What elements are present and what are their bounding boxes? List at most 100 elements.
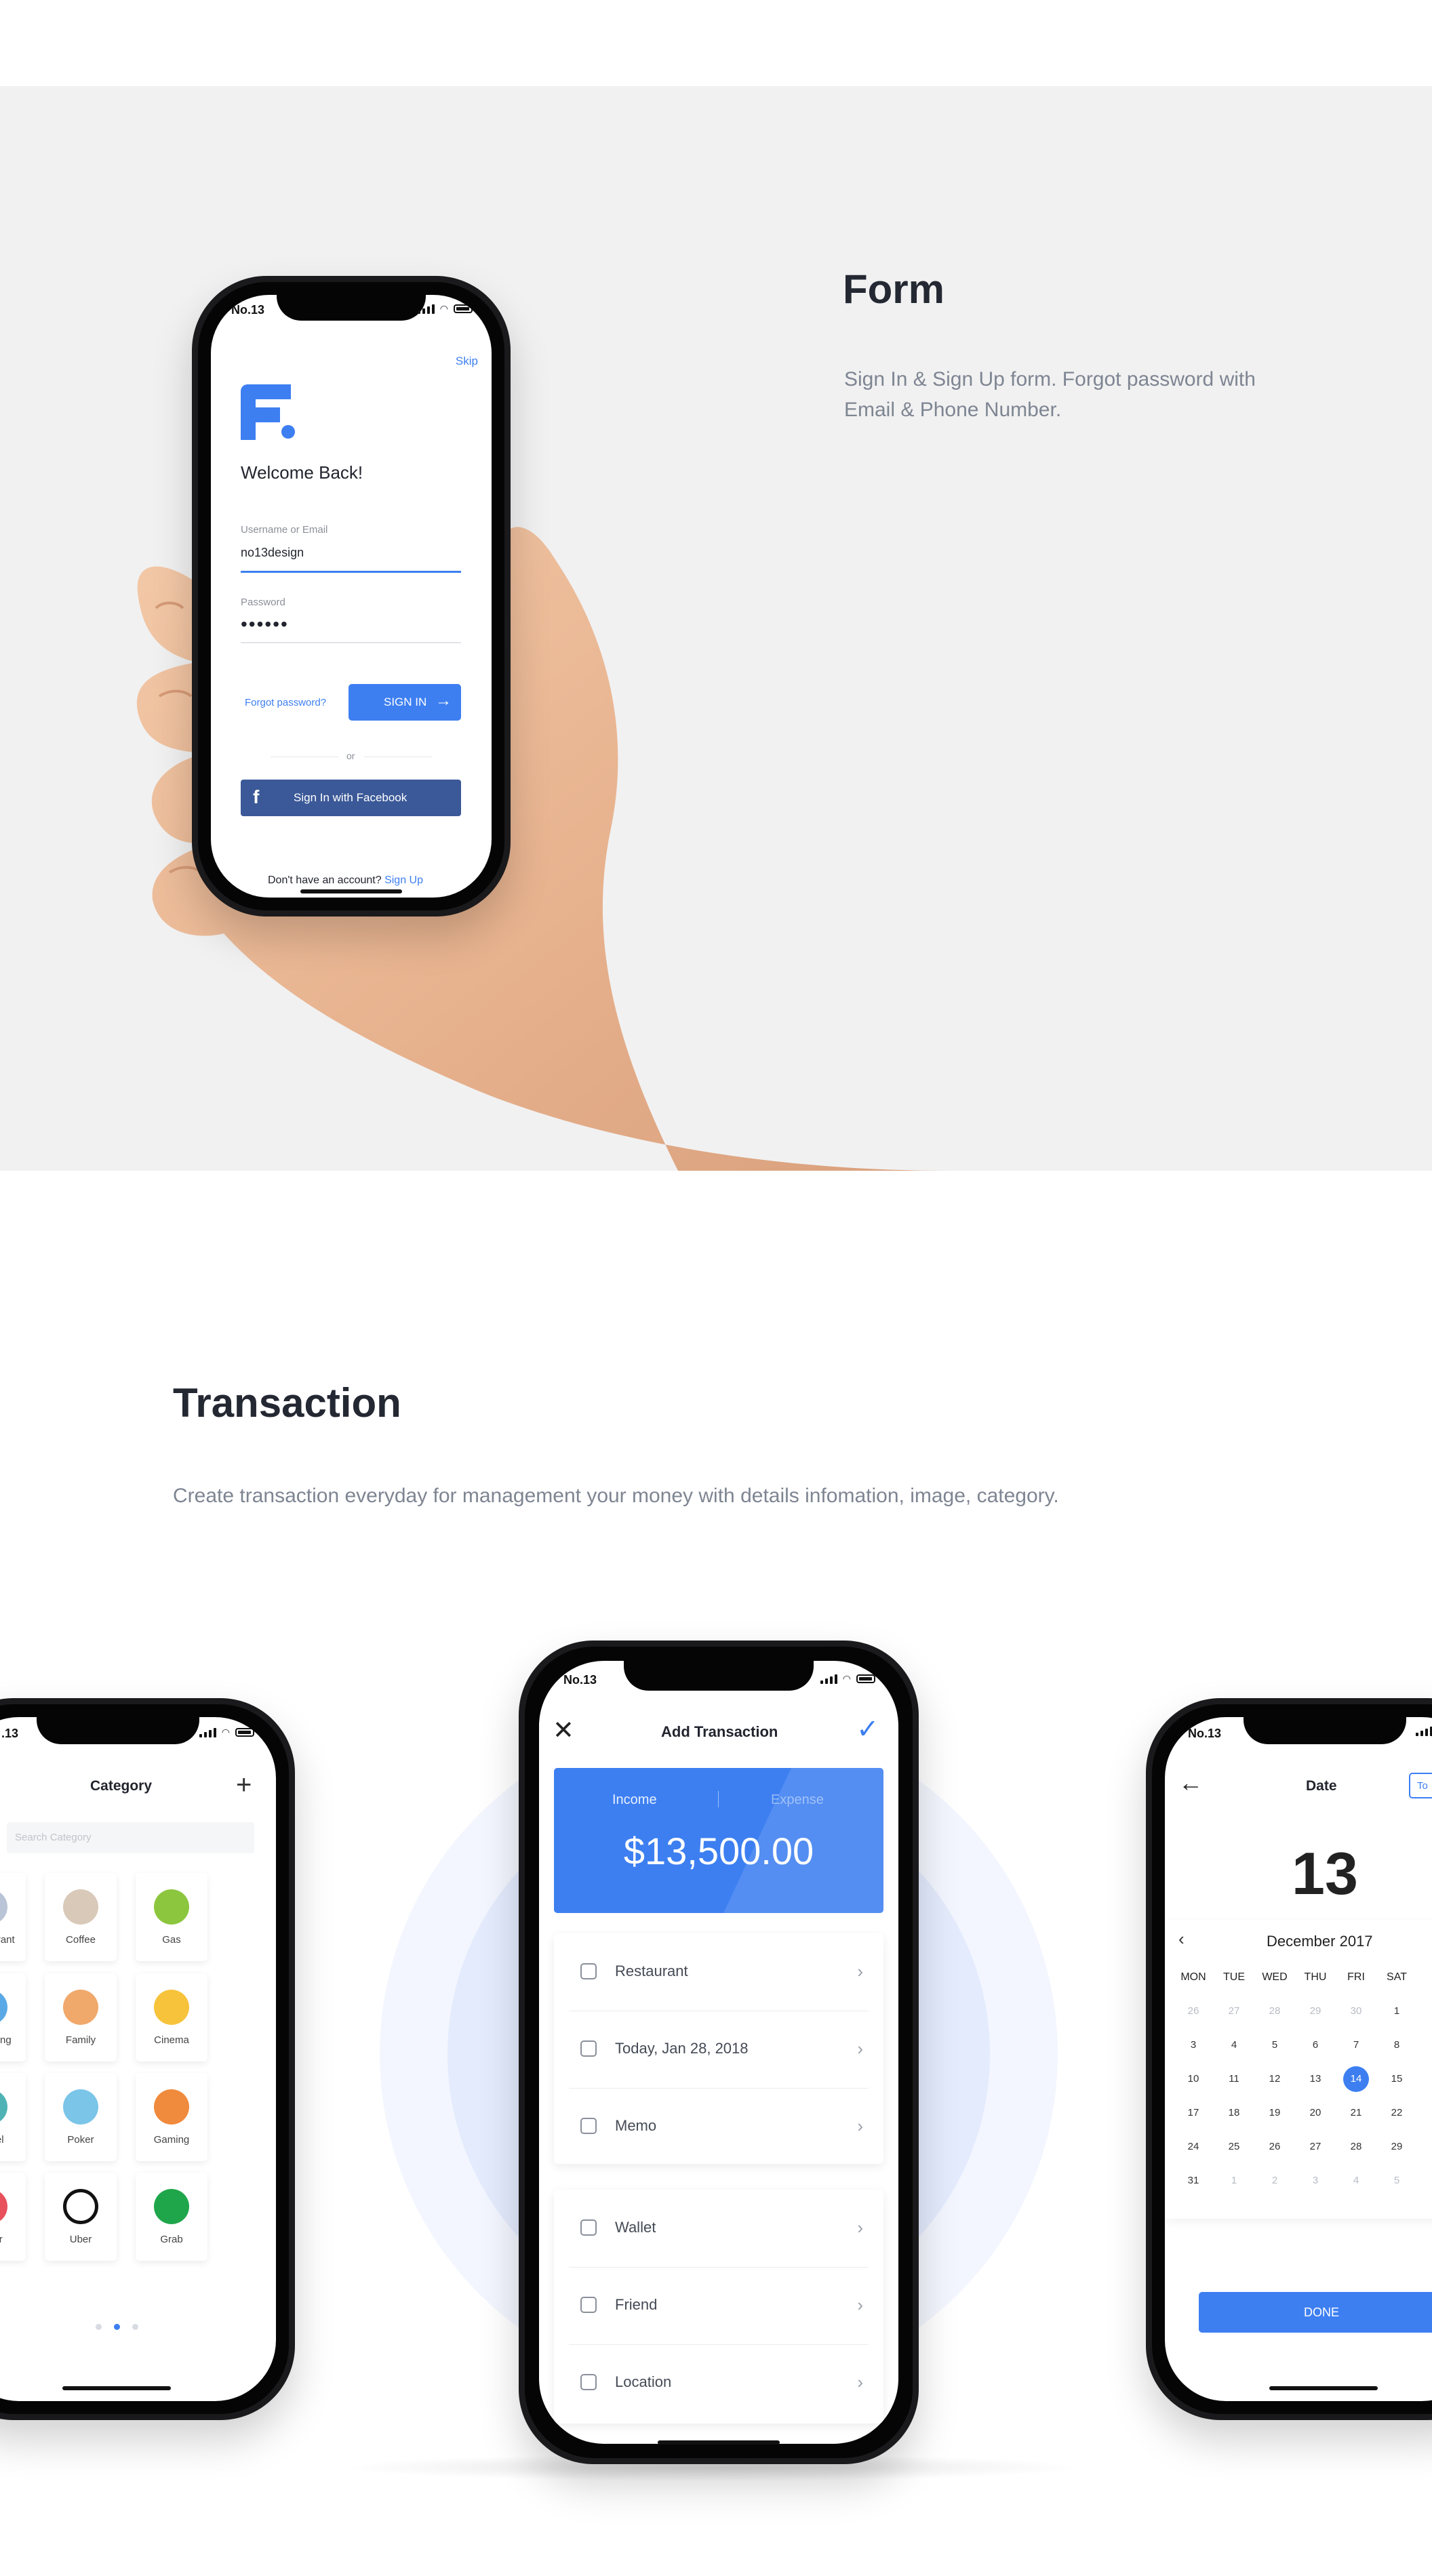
category-tile[interactable]: Gas: [136, 1873, 207, 1961]
calendar-day[interactable]: 12: [1258, 2073, 1292, 2085]
skip-link[interactable]: Skip: [456, 355, 478, 368]
category-label: Restaurant: [0, 1934, 15, 1946]
transaction-row-label: Memo: [615, 2117, 657, 2134]
category-tile[interactable]: Restaurant: [0, 1873, 26, 1961]
username-underline: [241, 571, 461, 573]
signal-icon: [417, 304, 435, 314]
calendar-day[interactable]: 19: [1258, 2107, 1292, 2118]
transaction-row[interactable]: Friend ›: [554, 2267, 883, 2343]
calendar-day[interactable]: 3: [1176, 2039, 1210, 2051]
app-logo-icon: [241, 384, 295, 440]
transaction-row[interactable]: Location ›: [554, 2344, 883, 2420]
transaction-row[interactable]: Wallet ›: [554, 2190, 883, 2266]
category-label: Gas: [162, 1934, 181, 1946]
calendar-day[interactable]: 29: [1298, 2005, 1332, 2017]
amount-value[interactable]: $13,500.00: [554, 1829, 883, 1873]
signal-icon: [820, 1674, 837, 1684]
or-divider-label: or: [346, 750, 355, 761]
calendar-day[interactable]: 25: [1217, 2141, 1251, 2152]
page-dot-active[interactable]: [114, 2324, 120, 2330]
calendar-day[interactable]: 31: [1176, 2175, 1210, 2186]
transaction-row[interactable]: Today, Jan 28, 2018 ›: [554, 2011, 883, 2087]
category-grid: Restaurant Coffee Gas Shopping Family Cinema T…: [0, 1717, 276, 2401]
calendar-day[interactable]: 27: [1298, 2141, 1332, 2152]
facebook-signin-button[interactable]: f Sign In with Facebook: [241, 780, 461, 816]
status-carrier: No.13: [563, 1673, 597, 1687]
calendar-day[interactable]: 20: [1298, 2107, 1332, 2118]
password-field[interactable]: ••••••: [241, 613, 289, 635]
calendar-day[interactable]: 4: [1217, 2039, 1251, 2051]
calendar-day[interactable]: 11: [1217, 2073, 1251, 2085]
today-button[interactable]: To: [1409, 1773, 1432, 1798]
income-tab[interactable]: Income: [612, 1792, 657, 1808]
calendar-day[interactable]: 7: [1339, 2039, 1373, 2051]
calendar-day[interactable]: 22: [1380, 2107, 1414, 2118]
calendar-day[interactable]: 15: [1380, 2073, 1414, 2085]
calendar-day[interactable]: 8: [1380, 2039, 1414, 2051]
arrow-right-icon: →: [435, 691, 452, 710]
grab-icon: [154, 2189, 189, 2224]
confirm-check-icon[interactable]: ✓: [856, 1714, 879, 1745]
category-tile[interactable]: Lover: [0, 2173, 26, 2261]
calendar-day[interactable]: 6: [1298, 2039, 1332, 2051]
category-tile[interactable]: Grab: [136, 2173, 207, 2261]
calendar-day[interactable]: 5: [1258, 2039, 1292, 2051]
calendar-day[interactable]: 28: [1258, 2005, 1292, 2017]
transaction-section-description: Create transaction everyday for manageme…: [173, 1485, 1059, 1507]
sign-up-link[interactable]: Sign Up: [384, 874, 423, 886]
calendar-grid: MONTUEWEDTHUFRISATS262728293013456781011…: [1165, 1920, 1432, 2219]
calendar-day[interactable]: 13: [1298, 2073, 1332, 2085]
extras-card: Wallet › Friend › Location ›: [554, 2190, 883, 2423]
category-tile[interactable]: Cinema: [136, 1973, 207, 2061]
shopping-icon: [0, 1990, 7, 2025]
category-screen: .13 ◠ Category + Search Category Restaur…: [0, 1717, 276, 2401]
category-tile[interactable]: Uber: [45, 2173, 117, 2261]
sign-in-button[interactable]: SIGN IN →: [349, 684, 461, 721]
calendar-day[interactable]: 27: [1217, 2005, 1251, 2017]
calendar-icon: [577, 2037, 600, 2060]
category-tile[interactable]: Shopping: [0, 1973, 26, 2061]
page-dot[interactable]: [96, 2324, 102, 2330]
username-field[interactable]: no13design: [241, 546, 304, 560]
back-arrow-icon[interactable]: ←: [1178, 1769, 1203, 1797]
travel-icon: [0, 2089, 7, 2125]
heart-icon: [0, 2189, 7, 2224]
calendar-day[interactable]: 5: [1380, 2175, 1414, 2186]
calendar-day[interactable]: 26: [1258, 2141, 1292, 2152]
calendar-day[interactable]: 28: [1339, 2141, 1373, 2152]
status-icons: ◠: [820, 1673, 875, 1685]
calendar-day[interactable]: 24: [1176, 2141, 1210, 2152]
transaction-row[interactable]: Restaurant ›: [554, 1933, 883, 2009]
category-tile[interactable]: Poker: [45, 2073, 117, 2161]
page-dot[interactable]: [132, 2324, 138, 2330]
status-icons: ◠: [417, 303, 473, 315]
category-tile[interactable]: Gaming: [136, 2073, 207, 2161]
calendar-day[interactable]: 3: [1298, 2175, 1332, 2186]
calendar-day[interactable]: 21: [1339, 2107, 1373, 2118]
calendar-day[interactable]: 1: [1380, 2005, 1414, 2017]
weekday-header: TUE: [1223, 1971, 1245, 1983]
transaction-row[interactable]: Memo ›: [554, 2088, 883, 2164]
done-button[interactable]: DONE: [1199, 2292, 1432, 2333]
forgot-password-link[interactable]: Forgot password?: [245, 697, 326, 708]
close-icon[interactable]: ✕: [553, 1715, 574, 1746]
calendar-day[interactable]: 2: [1258, 2175, 1292, 2186]
calendar-day[interactable]: 29: [1380, 2141, 1414, 2152]
calendar-day[interactable]: 18: [1217, 2107, 1251, 2118]
calendar-day-selected[interactable]: 14: [1343, 2066, 1369, 2092]
category-label: Shopping: [0, 2034, 12, 2046]
home-indicator: [1269, 2386, 1378, 2390]
calendar-day[interactable]: 17: [1176, 2107, 1210, 2118]
category-label: Grab: [160, 2234, 183, 2245]
weekday-header: WED: [1262, 1971, 1288, 1983]
calendar-day[interactable]: 10: [1176, 2073, 1210, 2085]
calendar-day[interactable]: 30: [1339, 2005, 1373, 2017]
category-tile[interactable]: Family: [45, 1973, 117, 2061]
calendar-day[interactable]: 26: [1176, 2005, 1210, 2017]
expense-tab[interactable]: Expense: [771, 1792, 824, 1808]
category-phone: .13 ◠ Category + Search Category Restaur…: [0, 1698, 295, 2420]
category-tile[interactable]: Travel: [0, 2073, 26, 2161]
category-tile[interactable]: Coffee: [45, 1873, 117, 1961]
calendar-day[interactable]: 4: [1339, 2175, 1373, 2186]
calendar-day[interactable]: 1: [1217, 2175, 1251, 2186]
